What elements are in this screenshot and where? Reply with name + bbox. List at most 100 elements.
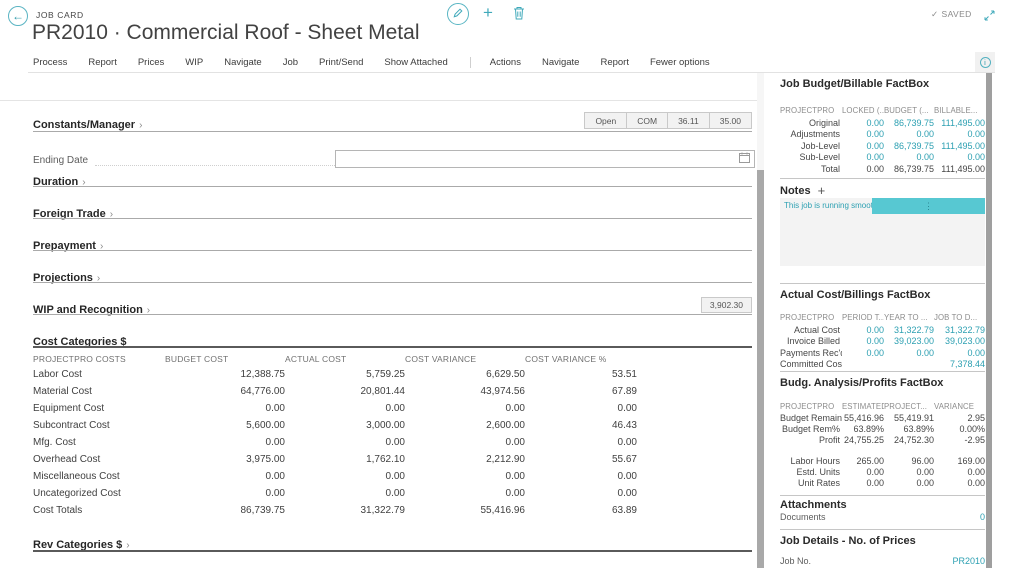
- section-foreign-trade[interactable]: Foreign Trade›: [33, 204, 113, 222]
- cell-value[interactable]: 111,495.00: [934, 118, 985, 128]
- cell-value[interactable]: 7,378.44: [934, 359, 985, 369]
- section-prepayment[interactable]: Prepayment›: [33, 236, 103, 254]
- main-scrollbar: [757, 73, 764, 568]
- documents-label: Documents: [780, 512, 826, 522]
- column-header[interactable]: COST VARIANCE: [405, 354, 525, 364]
- delete-button[interactable]: [513, 6, 525, 25]
- row-label: Estd. Units: [780, 467, 842, 477]
- cell-value[interactable]: 0.00: [842, 118, 884, 128]
- ribbon-item-actions[interactable]: Actions: [490, 57, 521, 68]
- table-header-row: PROJECTPROESTIMATEDPROJECT...VARIANCE: [780, 401, 985, 412]
- column-header[interactable]: ESTIMATED: [842, 402, 884, 411]
- cell-value: 63.89: [525, 505, 637, 516]
- table-row: Total0.0086,739.75111,495.00: [780, 163, 985, 175]
- section-projections[interactable]: Projections›: [33, 268, 100, 286]
- column-header[interactable]: PROJECTPRO: [780, 402, 842, 411]
- column-header[interactable]: PERIOD T...: [842, 313, 884, 322]
- attachments-documents-row: Documents 0: [780, 512, 985, 522]
- ribbon-item-prices[interactable]: Prices: [138, 57, 164, 68]
- calendar-icon[interactable]: [739, 150, 750, 168]
- main-scrollbar-thumb[interactable]: [757, 170, 764, 568]
- new-button[interactable]: +: [483, 3, 493, 23]
- column-header[interactable]: PROJECTPRO: [780, 106, 842, 115]
- cell-value: 3,000.00: [285, 420, 405, 431]
- note-menu-button[interactable]: ⋮: [872, 198, 985, 214]
- factbox-budg-analysis-title: Budg. Analysis/Profits FactBox: [780, 377, 943, 389]
- cell-value[interactable]: 0.00: [884, 348, 934, 358]
- saved-indicator: ✓ SAVED: [931, 9, 972, 20]
- cell-value[interactable]: 0.00: [842, 164, 884, 174]
- cell-value[interactable]: 31,322.79: [934, 325, 985, 335]
- job-no-link[interactable]: PR2010: [952, 556, 985, 566]
- cell-value[interactable]: 0.00: [934, 348, 985, 358]
- help-button[interactable]: i: [975, 52, 995, 72]
- cell-value[interactable]: 0.00: [884, 129, 934, 139]
- cell-value[interactable]: 0.00: [842, 325, 884, 335]
- cell-value[interactable]: 86,739.75: [884, 164, 934, 174]
- column-header[interactable]: PROJECTPRO: [780, 313, 842, 322]
- trash-icon: [513, 7, 525, 24]
- column-header[interactable]: BUDGET (...: [884, 106, 934, 115]
- ribbon-item-print-send[interactable]: Print/Send: [319, 57, 363, 68]
- chip-open[interactable]: Open: [584, 112, 627, 129]
- row-label: Payments Rec'd: [780, 348, 842, 358]
- column-header[interactable]: ACTUAL COST: [285, 354, 405, 364]
- cell-value[interactable]: 39,023.00: [884, 336, 934, 346]
- cell-value[interactable]: 39,023.00: [934, 336, 985, 346]
- cell-value[interactable]: 0.00: [884, 152, 934, 162]
- cell-value[interactable]: 0.00: [842, 152, 884, 162]
- cell-value[interactable]: 86,739.75: [884, 118, 934, 128]
- column-header[interactable]: COST VARIANCE %: [525, 354, 637, 364]
- chip-36-11[interactable]: 36.11: [667, 112, 710, 129]
- ribbon-item-navigate[interactable]: Navigate: [224, 57, 262, 68]
- documents-count-link[interactable]: 0: [980, 512, 985, 522]
- info-icon: i: [980, 57, 991, 68]
- back-button[interactable]: ←: [8, 6, 28, 26]
- edit-button[interactable]: [447, 3, 469, 25]
- cell-value: 2.95: [934, 413, 985, 423]
- column-header[interactable]: YEAR TO ...: [884, 313, 934, 322]
- column-header[interactable]: PROJECTPRO COSTS: [33, 354, 165, 364]
- ribbon-item-fewer-options[interactable]: Fewer options: [650, 57, 710, 68]
- cell-value[interactable]: 0.00: [842, 336, 884, 346]
- row-label: Overhead Cost: [33, 454, 165, 465]
- chip-com[interactable]: COM: [626, 112, 668, 129]
- section-duration[interactable]: Duration›: [33, 172, 86, 190]
- cell-value[interactable]: 0.00: [934, 129, 985, 139]
- cell-value: 0.00: [934, 478, 985, 488]
- note-item[interactable]: This job is running smoothly. ⋮: [780, 198, 985, 214]
- cell-value[interactable]: 0.00: [934, 152, 985, 162]
- ribbon-item-navigate-2[interactable]: Navigate: [542, 57, 580, 68]
- cell-value[interactable]: 31,322.79: [884, 325, 934, 335]
- cell-value[interactable]: 0.00: [842, 129, 884, 139]
- ribbon-item-process[interactable]: Process: [33, 57, 67, 68]
- chip-35-00[interactable]: 35.00: [709, 112, 752, 129]
- column-header[interactable]: BUDGET COST: [165, 354, 285, 364]
- column-header[interactable]: BILLABLE...: [934, 106, 985, 115]
- back-arrow-icon: ←: [12, 9, 24, 23]
- table-row: Overhead Cost3,975.001,762.102,212.9055.…: [33, 451, 637, 468]
- column-header[interactable]: LOCKED (...: [842, 106, 884, 115]
- content-divider: [0, 100, 757, 101]
- expand-button[interactable]: [984, 8, 995, 26]
- ribbon-item-report-2[interactable]: Report: [600, 57, 629, 68]
- cell-value: 265.00: [842, 456, 884, 466]
- factbox-scrollbar-thumb[interactable]: [986, 73, 992, 568]
- ribbon-item-job[interactable]: Job: [283, 57, 298, 68]
- cell-value[interactable]: 111,495.00: [934, 164, 985, 174]
- wip-value-chip[interactable]: 3,902.30: [701, 297, 752, 313]
- ribbon-item-report[interactable]: Report: [88, 57, 117, 68]
- cell-value[interactable]: 111,495.00: [934, 141, 985, 151]
- column-header[interactable]: PROJECT...: [884, 402, 934, 411]
- cell-value[interactable]: 0.00: [842, 141, 884, 151]
- check-icon: ✓: [931, 9, 939, 20]
- column-header[interactable]: JOB TO D...: [934, 313, 985, 322]
- cell-value[interactable]: 86,739.75: [884, 141, 934, 151]
- ending-date-input[interactable]: [335, 150, 755, 168]
- column-header[interactable]: VARIANCE: [934, 402, 985, 411]
- cell-value[interactable]: 0.00: [842, 348, 884, 358]
- cell-value: 63.89%: [842, 424, 884, 434]
- ribbon-item-wip[interactable]: WIP: [185, 57, 203, 68]
- ribbon-item-show-attached[interactable]: Show Attached: [384, 57, 447, 68]
- add-note-button[interactable]: +: [818, 183, 826, 198]
